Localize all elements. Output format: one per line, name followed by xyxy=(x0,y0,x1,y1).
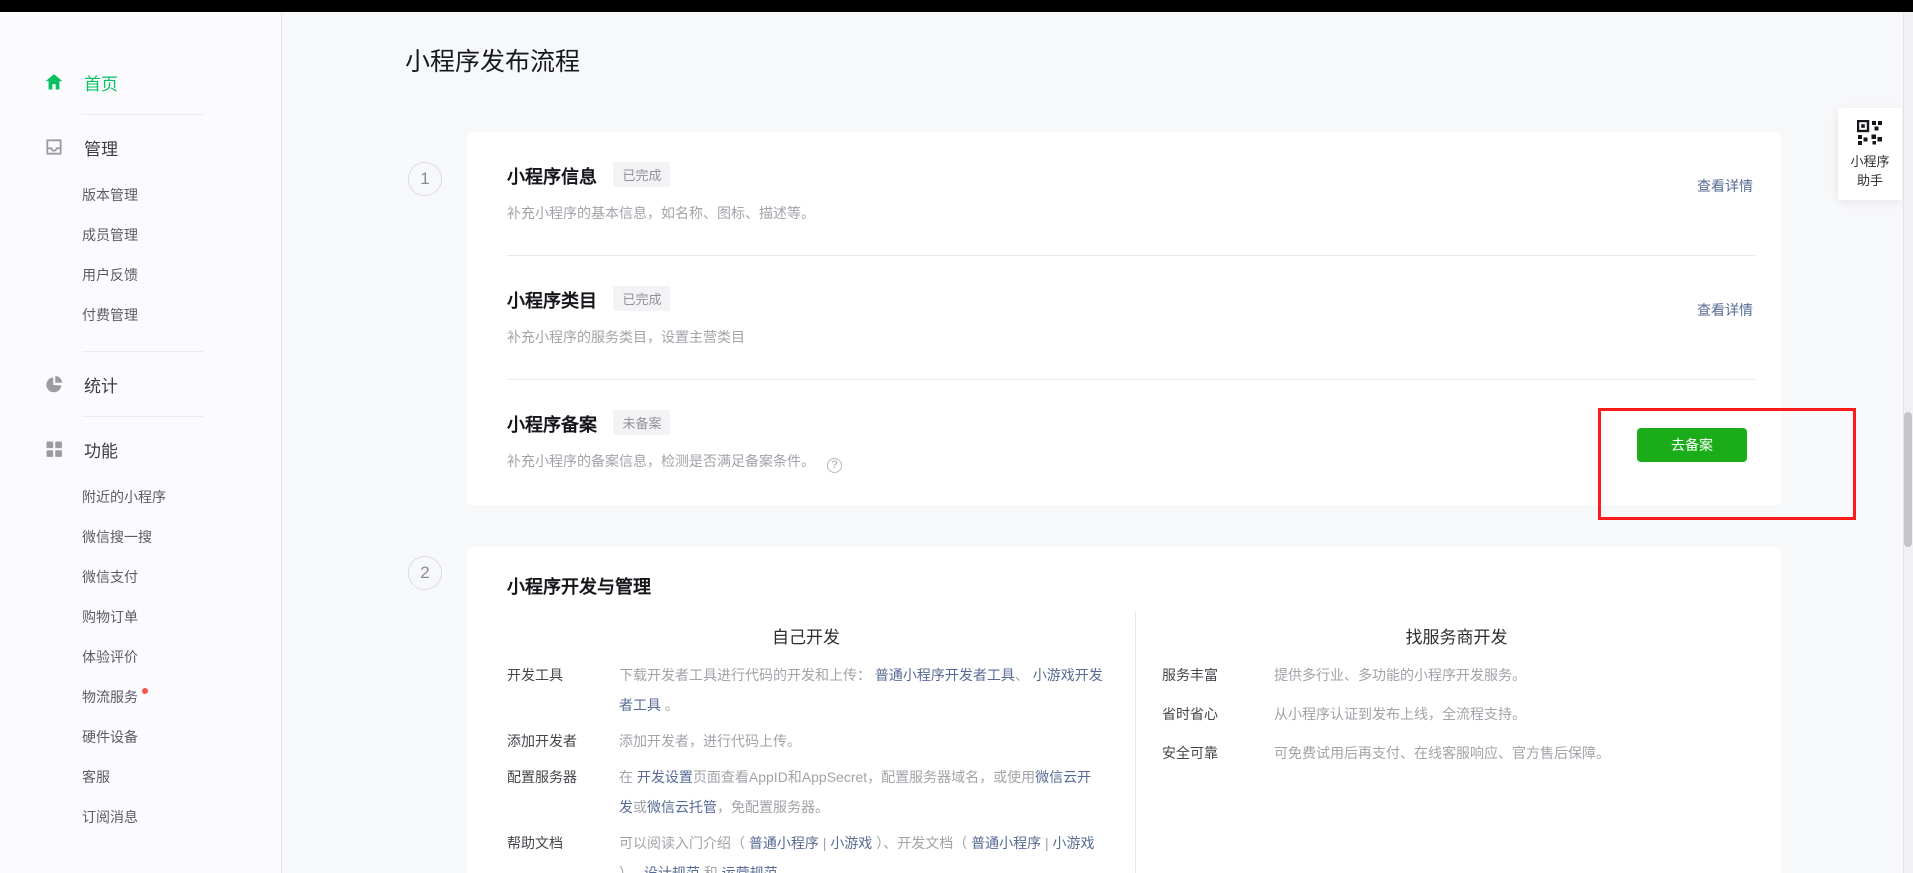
status-badge: 已完成 xyxy=(613,162,670,187)
sidebar-item-hardware-devices[interactable]: 硬件设备 xyxy=(0,717,281,757)
info-row-add-developer: 添加开发者 添加开发者，进行代码上传。 xyxy=(507,726,1105,756)
vendor-development-column: 找服务商开发 服务丰富 提供多行业、多功能的小程序开发服务。 省时省心 从小程序… xyxy=(1136,611,1781,873)
column-header: 找服务商开发 xyxy=(1162,623,1751,648)
intro-miniprogram-link[interactable]: 普通小程序 xyxy=(749,835,819,851)
sidebar-item-paid-management[interactable]: 付费管理 xyxy=(0,295,281,335)
self-development-column: 自己开发 开发工具 下载开发者工具进行代码的开发和上传： 普通小程序开发者工具、… xyxy=(467,611,1136,873)
publish-steps-card: 小程序信息 已完成 补充小程序的基本信息，如名称、图标、描述等。 查看详情 小程… xyxy=(467,132,1781,505)
pie-chart-icon xyxy=(44,374,64,394)
step-number-2: 2 xyxy=(408,556,442,590)
main-content: 小程序发布流程 1 小程序信息 已完成 补充小程序的基本信息，如名称、图标、描述… xyxy=(283,12,1913,873)
sidebar-item-label: 功能 xyxy=(84,437,118,462)
sidebar-item-wechat-search[interactable]: 微信搜一搜 xyxy=(0,517,281,557)
sidebar-item-label: 统计 xyxy=(84,372,118,397)
section-title: 小程序信息 xyxy=(507,167,597,187)
assistant-label: 小程序助手 xyxy=(1848,152,1892,190)
divider xyxy=(82,416,204,417)
docs-minigame-link[interactable]: 小游戏 xyxy=(1053,835,1095,851)
sidebar-item-statistics[interactable]: 统计 xyxy=(0,364,281,404)
page-title: 小程序发布流程 xyxy=(405,42,580,78)
section-miniprogram-category: 小程序类目 已完成 补充小程序的服务类目，设置主营类目 查看详情 xyxy=(467,256,1781,379)
scrollbar-track xyxy=(1903,12,1913,873)
sidebar-item-label: 管理 xyxy=(84,135,118,160)
column-header: 自己开发 xyxy=(507,623,1105,648)
section-title: 小程序备案 xyxy=(507,415,597,435)
sidebar: 首页 管理 版本管理 成员管理 用户反馈 付费管理 统计 功能 附近的小程序 微… xyxy=(0,12,282,873)
section-miniprogram-info: 小程序信息 已完成 补充小程序的基本信息，如名称、图标、描述等。 查看详情 xyxy=(467,132,1781,255)
section-miniprogram-icp-filing: 小程序备案 未备案 补充小程序的备案信息，检测是否满足备案条件。 ? 去备案 xyxy=(467,380,1781,505)
grid-icon xyxy=(44,439,64,459)
home-icon xyxy=(44,72,64,92)
info-row-help-docs: 帮助文档 可以阅读入门介绍（ 普通小程序 | 小游戏 ）、开发文档（ 普通小程序… xyxy=(507,828,1105,873)
sidebar-item-manage[interactable]: 管理 xyxy=(0,127,281,167)
dev-settings-link[interactable]: 开发设置 xyxy=(637,769,693,785)
section-title: 小程序类目 xyxy=(507,291,597,311)
cloud-hosting-link[interactable]: 微信云托管 xyxy=(647,799,717,815)
sidebar-item-customer-service[interactable]: 客服 xyxy=(0,757,281,797)
sidebar-item-member-management[interactable]: 成员管理 xyxy=(0,215,281,255)
sidebar-item-label: 首页 xyxy=(84,70,118,95)
section-description: 补充小程序的基本信息，如名称、图标、描述等。 xyxy=(507,203,1741,223)
info-row-configure-server: 配置服务器 在 开发设置页面查看AppID和AppSecret，配置服务器域名，… xyxy=(507,762,1105,822)
section-description: 补充小程序的服务类目，设置主营类目 xyxy=(507,327,1741,347)
sidebar-item-experience-review[interactable]: 体验评价 xyxy=(0,637,281,677)
sidebar-item-subscribe-messages[interactable]: 订阅消息 xyxy=(0,797,281,837)
sidebar-item-nearby-miniprograms[interactable]: 附近的小程序 xyxy=(0,477,281,517)
top-black-bar xyxy=(0,0,1913,12)
sidebar-item-shopping-orders[interactable]: 购物订单 xyxy=(0,597,281,637)
info-row-safe-reliable: 安全可靠 可免费试用后再支付、在线客服响应、官方售后保障。 xyxy=(1162,738,1751,768)
go-filing-button[interactable]: 去备案 xyxy=(1637,428,1747,462)
intro-minigame-link[interactable]: 小游戏 xyxy=(830,835,872,851)
step-number-1: 1 xyxy=(408,162,442,196)
status-badge: 未备案 xyxy=(613,410,670,435)
status-badge: 已完成 xyxy=(613,286,670,311)
sidebar-item-version-management[interactable]: 版本管理 xyxy=(0,175,281,215)
inbox-icon xyxy=(44,137,64,157)
new-dot xyxy=(142,688,148,694)
qr-code-icon xyxy=(1857,120,1883,146)
help-icon[interactable]: ? xyxy=(827,458,842,473)
info-row-dev-tools: 开发工具 下载开发者工具进行代码的开发和上传： 普通小程序开发者工具、 小游戏开… xyxy=(507,660,1105,720)
sidebar-item-user-feedback[interactable]: 用户反馈 xyxy=(0,255,281,295)
scrollbar-thumb[interactable] xyxy=(1904,412,1912,547)
sidebar-item-wechat-pay[interactable]: 微信支付 xyxy=(0,557,281,597)
info-row-rich-services: 服务丰富 提供多行业、多功能的小程序开发服务。 xyxy=(1162,660,1751,690)
devtools-link[interactable]: 普通小程序开发者工具 xyxy=(875,667,1015,683)
divider xyxy=(82,114,204,115)
mini-program-assistant-widget[interactable]: 小程序助手 xyxy=(1838,108,1902,200)
operation-guidelines-link[interactable]: 运营规范 xyxy=(722,865,778,873)
view-details-link[interactable]: 查看详情 xyxy=(1697,300,1753,320)
development-card: 小程序开发与管理 自己开发 开发工具 下载开发者工具进行代码的开发和上传： 普通… xyxy=(467,547,1781,873)
sidebar-item-home[interactable]: 首页 xyxy=(0,62,281,102)
sidebar-item-logistics-service[interactable]: 物流服务 xyxy=(0,677,281,717)
view-details-link[interactable]: 查看详情 xyxy=(1697,176,1753,196)
design-guidelines-link[interactable]: 设计规范 xyxy=(644,865,700,873)
info-row-time-saving: 省时省心 从小程序认证到发布上线，全流程支持。 xyxy=(1162,699,1751,729)
divider xyxy=(82,351,204,352)
card-title: 小程序开发与管理 xyxy=(467,547,1781,599)
sidebar-item-features[interactable]: 功能 xyxy=(0,429,281,469)
docs-miniprogram-link[interactable]: 普通小程序 xyxy=(971,835,1041,851)
section-description: 补充小程序的备案信息，检测是否满足备案条件。 ? xyxy=(507,451,1741,473)
